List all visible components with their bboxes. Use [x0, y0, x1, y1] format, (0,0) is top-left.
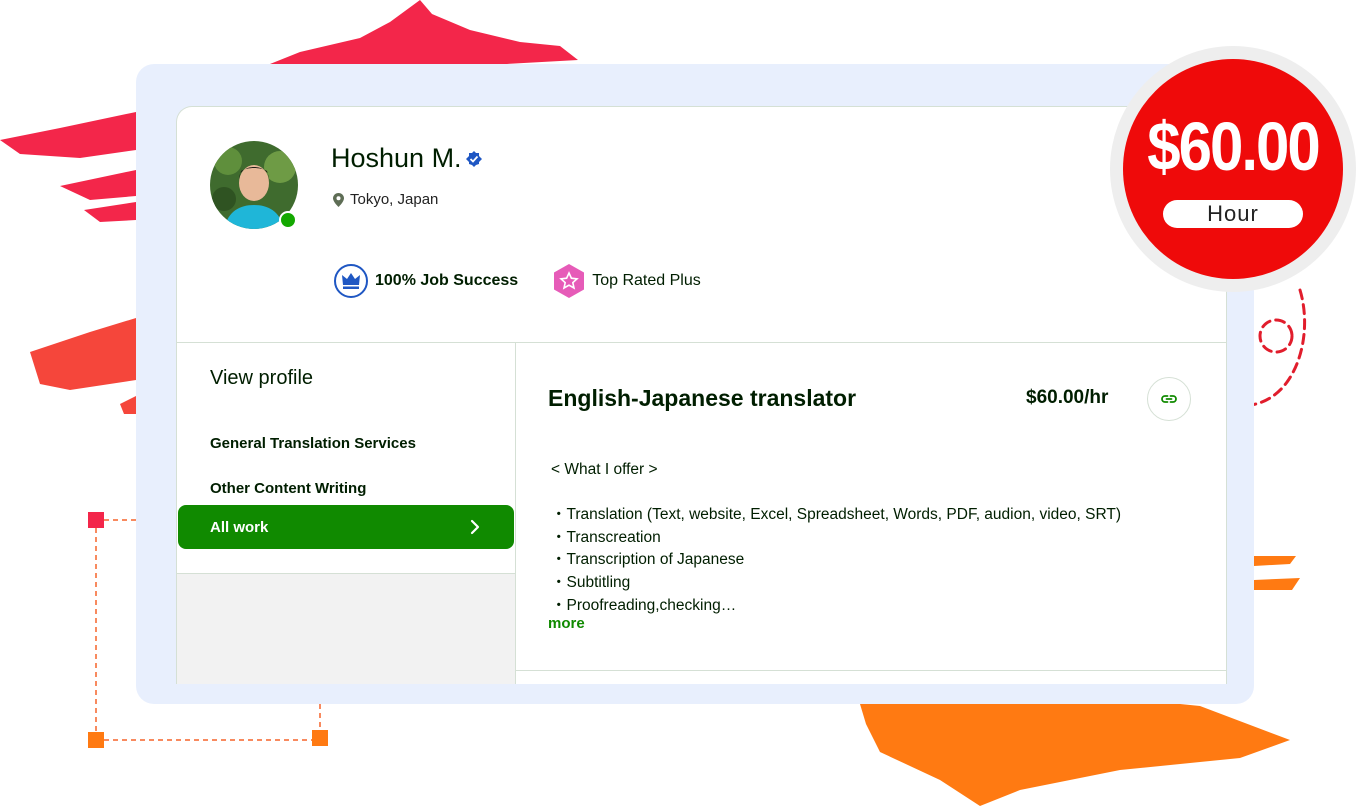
copy-link-button[interactable]: [1147, 377, 1191, 421]
specialized-profile-panel: English-Japanese translator $60.00/hr < …: [516, 343, 1226, 684]
sidebar-item-all-work[interactable]: All work: [178, 505, 514, 549]
description-item: ・Transcription of Japanese: [551, 551, 745, 569]
top-rated-badge[interactable]: Top Rated Plus: [552, 263, 701, 299]
price-badge-unit: Hour: [1163, 200, 1303, 228]
profile-name-text: Hoshun M.: [331, 143, 462, 173]
profile-sidebar: View profile General Translation Service…: [177, 343, 515, 684]
hourly-rate: $60.00/hr: [1026, 387, 1109, 408]
chevron-right-icon: [470, 519, 480, 535]
sidebar-empty-area: [177, 573, 515, 684]
profile-card: Hoshun M. Tokyo, Japan 100% Job Success: [176, 106, 1227, 684]
panel-divider: [516, 670, 1226, 671]
description-heading: < What I offer >: [551, 461, 658, 478]
sidebar-item-all-work-label: All work: [210, 518, 269, 536]
profile-name[interactable]: Hoshun M.: [331, 143, 482, 174]
verified-icon: [465, 150, 482, 167]
crown-icon: [334, 264, 368, 298]
location-text: Tokyo, Japan: [350, 191, 439, 208]
profile-badges: 100% Job Success Top Rated Plus: [333, 263, 701, 299]
link-icon: [1161, 395, 1177, 403]
profile-description: < What I offer > ・Translation (Text, web…: [551, 459, 1121, 617]
top-rated-plus-icon: [554, 264, 585, 298]
top-rated-text: Top Rated Plus: [592, 272, 701, 289]
description-item: ・Translation (Text, website, Excel, Spre…: [551, 506, 1122, 524]
sidebar-item-general-translation[interactable]: General Translation Services: [210, 435, 416, 452]
price-badge-amount: $60.00: [1147, 107, 1321, 186]
sidebar-item-other-content-writing[interactable]: Other Content Writing: [210, 480, 366, 497]
location-pin-icon: [333, 192, 344, 207]
profile-location: Tokyo, Japan: [333, 191, 438, 208]
more-link[interactable]: more: [548, 615, 585, 632]
online-status-indicator: [279, 211, 297, 229]
view-profile-title: View profile: [210, 367, 314, 389]
description-item: ・Transcreation: [551, 528, 661, 546]
job-success-text: 100% Job Success: [375, 272, 519, 289]
description-item: ・Proofreading,checking…: [551, 596, 737, 614]
job-success-badge[interactable]: 100% Job Success: [333, 263, 518, 299]
description-item: ・Subtitling: [551, 573, 631, 591]
profile-job-title: English-Japanese translator: [548, 385, 857, 411]
